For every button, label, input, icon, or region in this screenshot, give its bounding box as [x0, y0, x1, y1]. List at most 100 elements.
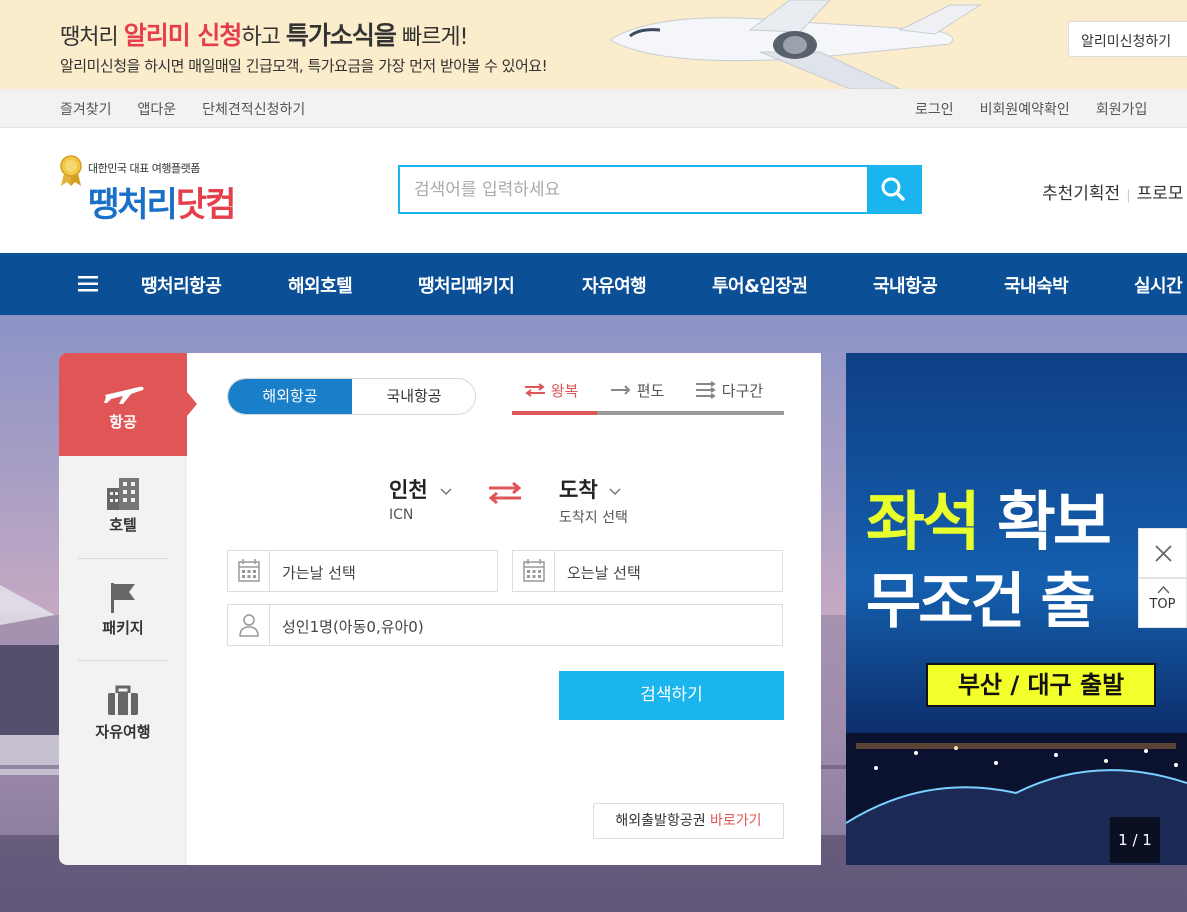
utility-left-links: 즐겨찾기 앱다운 단체견적신청하기 — [60, 99, 305, 119]
site-logo[interactable]: 대한민국 대표 여행플랫폼 땡처리닷컴 — [58, 155, 268, 230]
promo-banner[interactable]: 땡처리 알리미 신청하고 특가소식을 빠르게! 알리미신청을 하시면 매일매일 … — [0, 0, 1187, 89]
category-label-free-travel: 자유여행 — [95, 723, 151, 741]
nav-item-tour-tickets[interactable]: 투어&입장권 — [712, 272, 808, 298]
trip-type-roundtrip[interactable]: 왕복 — [524, 380, 578, 401]
category-tab-hotel[interactable]: 호텔 — [59, 456, 187, 559]
promo-subline: 알리미신청을 하시면 매일매일 긴급모객, 특가요금을 가장 먼저 받아볼 수 … — [60, 57, 548, 75]
active-tab-pointer — [187, 392, 197, 416]
field-icon-box — [228, 551, 270, 591]
floating-close-button[interactable] — [1138, 528, 1187, 578]
hamburger-menu-icon[interactable] — [78, 275, 98, 293]
calendar-icon — [523, 559, 545, 582]
trip-type-multicity-label: 다구간 — [721, 382, 764, 400]
guest-booking-link[interactable]: 비회원예약확인 — [980, 99, 1070, 119]
close-icon — [1155, 545, 1172, 562]
ad-headline-2: 무조건 출 — [866, 567, 1096, 637]
header-right-links: 추천기획전 | 프로모 — [1042, 179, 1184, 204]
promo-headline-bold: 특가소식을 — [285, 21, 397, 50]
category-tab-package[interactable]: 패키지 — [59, 559, 187, 662]
category-tab-air[interactable]: 항공 — [59, 353, 187, 456]
logo-wordmark-b: 닷컴 — [175, 185, 237, 225]
passenger-field[interactable]: 성인1명(아동0,유아0) — [227, 604, 783, 646]
ad-headline-1b: 확보 — [977, 486, 1112, 560]
return-date-text: 오는날 선택 — [567, 564, 641, 582]
field-icon-box — [513, 551, 555, 591]
group-quote-link[interactable]: 단체견적신청하기 — [202, 99, 305, 119]
ad-slide-counter: 1 / 1 — [1110, 817, 1160, 863]
arrow-right-icon — [611, 385, 631, 395]
promo-headline-post: 빠르게! — [395, 25, 469, 50]
ad-headline-1a: 좌석 — [866, 486, 981, 560]
alert-signup-button[interactable]: 알리미신청하기 — [1068, 21, 1187, 57]
ad-departure-badge: 부산 / 대구 출발 — [926, 663, 1156, 707]
bookmark-link[interactable]: 즐겨찾기 — [60, 99, 112, 119]
recommended-exhibit-link[interactable]: 추천기획전 — [1042, 184, 1120, 204]
region-toggle: 해외항공 국내항공 — [227, 378, 476, 415]
promo-ad-banner[interactable]: 좌석 확보 무조건 출 부산 / 대구 출발 — [846, 353, 1187, 865]
passenger-text: 성인1명(아동0,유아0) — [282, 618, 424, 636]
app-download-link[interactable]: 앱다운 — [138, 99, 177, 119]
overseas-departure-link[interactable]: 해외출발항공권 바로가기 — [593, 803, 784, 839]
tab-domestic-flight[interactable]: 국내항공 — [352, 379, 475, 414]
airplane-illustration — [609, 0, 982, 89]
person-icon — [239, 614, 259, 637]
utility-right-links: 로그인 비회원예약확인 회원가입 — [915, 99, 1147, 119]
logo-wordmark: 땡처리닷컴 — [88, 177, 237, 226]
search-input[interactable] — [400, 167, 868, 212]
trip-type-oneway-label: 편도 — [636, 382, 665, 400]
suitcase-icon — [108, 685, 138, 715]
signup-link[interactable]: 회원가입 — [1096, 99, 1148, 119]
nav-item-realtime[interactable]: 실시간 — [1134, 272, 1183, 298]
trip-type-roundtrip-label: 왕복 — [550, 382, 579, 400]
nav-item-overseas-hotel[interactable]: 해외호텔 — [288, 272, 353, 298]
category-label-air: 항공 — [109, 413, 137, 431]
logo-tagline: 대한민국 대표 여행플랫폼 — [88, 162, 200, 175]
promo-headline-red: 알리미 신청 — [123, 21, 243, 50]
search-icon — [881, 177, 905, 201]
scroll-top-button[interactable]: TOP — [1138, 578, 1187, 628]
nav-item-discount-package[interactable]: 땡처리패키지 — [418, 272, 515, 298]
main-nav: 땡처리항공 해외호텔 땡처리패키지 자유여행 투어&입장권 국내항공 국내숙박 … — [0, 253, 1187, 315]
tab-international-flight[interactable]: 해외항공 — [228, 379, 352, 414]
building-icon — [107, 478, 139, 510]
nav-item-free-travel[interactable]: 자유여행 — [582, 272, 647, 298]
chevron-down-icon[interactable] — [440, 488, 452, 496]
nav-item-domestic-stay[interactable]: 국내숙박 — [1004, 272, 1069, 298]
arrival-placeholder: 도착지 선택 — [559, 510, 628, 526]
field-icon-box — [228, 605, 270, 645]
departure-code: ICN — [389, 507, 414, 523]
roundtrip-arrows-icon — [525, 383, 545, 397]
category-label-package: 패키지 — [102, 619, 144, 637]
nav-item-domestic-air[interactable]: 국내항공 — [873, 272, 938, 298]
trip-type-active-indicator — [512, 411, 597, 415]
promo-headline-pre: 땡처리 — [60, 25, 124, 50]
login-link[interactable]: 로그인 — [915, 99, 954, 119]
multi-arrows-icon — [696, 381, 716, 399]
category-label-hotel: 호텔 — [109, 516, 137, 534]
promo-headline-mid: 하고 — [241, 25, 286, 50]
calendar-icon — [238, 559, 260, 582]
arrival-city[interactable]: 도착 — [559, 474, 598, 504]
promo-link[interactable]: 프로모 — [1137, 184, 1184, 204]
plane-icon — [104, 386, 144, 404]
departure-date-text: 가는날 선택 — [282, 564, 356, 582]
return-date-field[interactable]: 오는날 선택 — [512, 550, 783, 592]
overseas-departure-link-go: 바로가기 — [710, 813, 762, 829]
ad-headline-1: 좌석 확보 — [866, 471, 1112, 563]
trip-type-multicity[interactable]: 다구간 — [695, 380, 763, 401]
departure-date-field[interactable]: 가는날 선택 — [227, 550, 498, 592]
site-header: 대한민국 대표 여행플랫폼 땡처리닷컴 추천기획전 | 프로모 — [0, 128, 1187, 253]
category-tabs: 항공 호텔 패키지 자유여행 — [59, 353, 187, 865]
swap-cities-icon[interactable] — [487, 481, 523, 505]
category-tab-free-travel[interactable]: 자유여행 — [59, 661, 187, 764]
site-search — [398, 165, 922, 214]
header-divider: | — [1126, 188, 1131, 203]
flight-search-button[interactable]: 검색하기 — [559, 671, 784, 720]
trip-type-oneway[interactable]: 편도 — [610, 380, 664, 401]
medal-icon — [60, 155, 82, 186]
search-button[interactable] — [867, 167, 920, 212]
nav-item-discount-air[interactable]: 땡처리항공 — [141, 272, 222, 298]
departure-city[interactable]: 인천 — [389, 474, 428, 504]
chevron-down-icon[interactable] — [609, 488, 621, 496]
overseas-departure-link-text: 해외출발항공권 — [615, 813, 711, 829]
